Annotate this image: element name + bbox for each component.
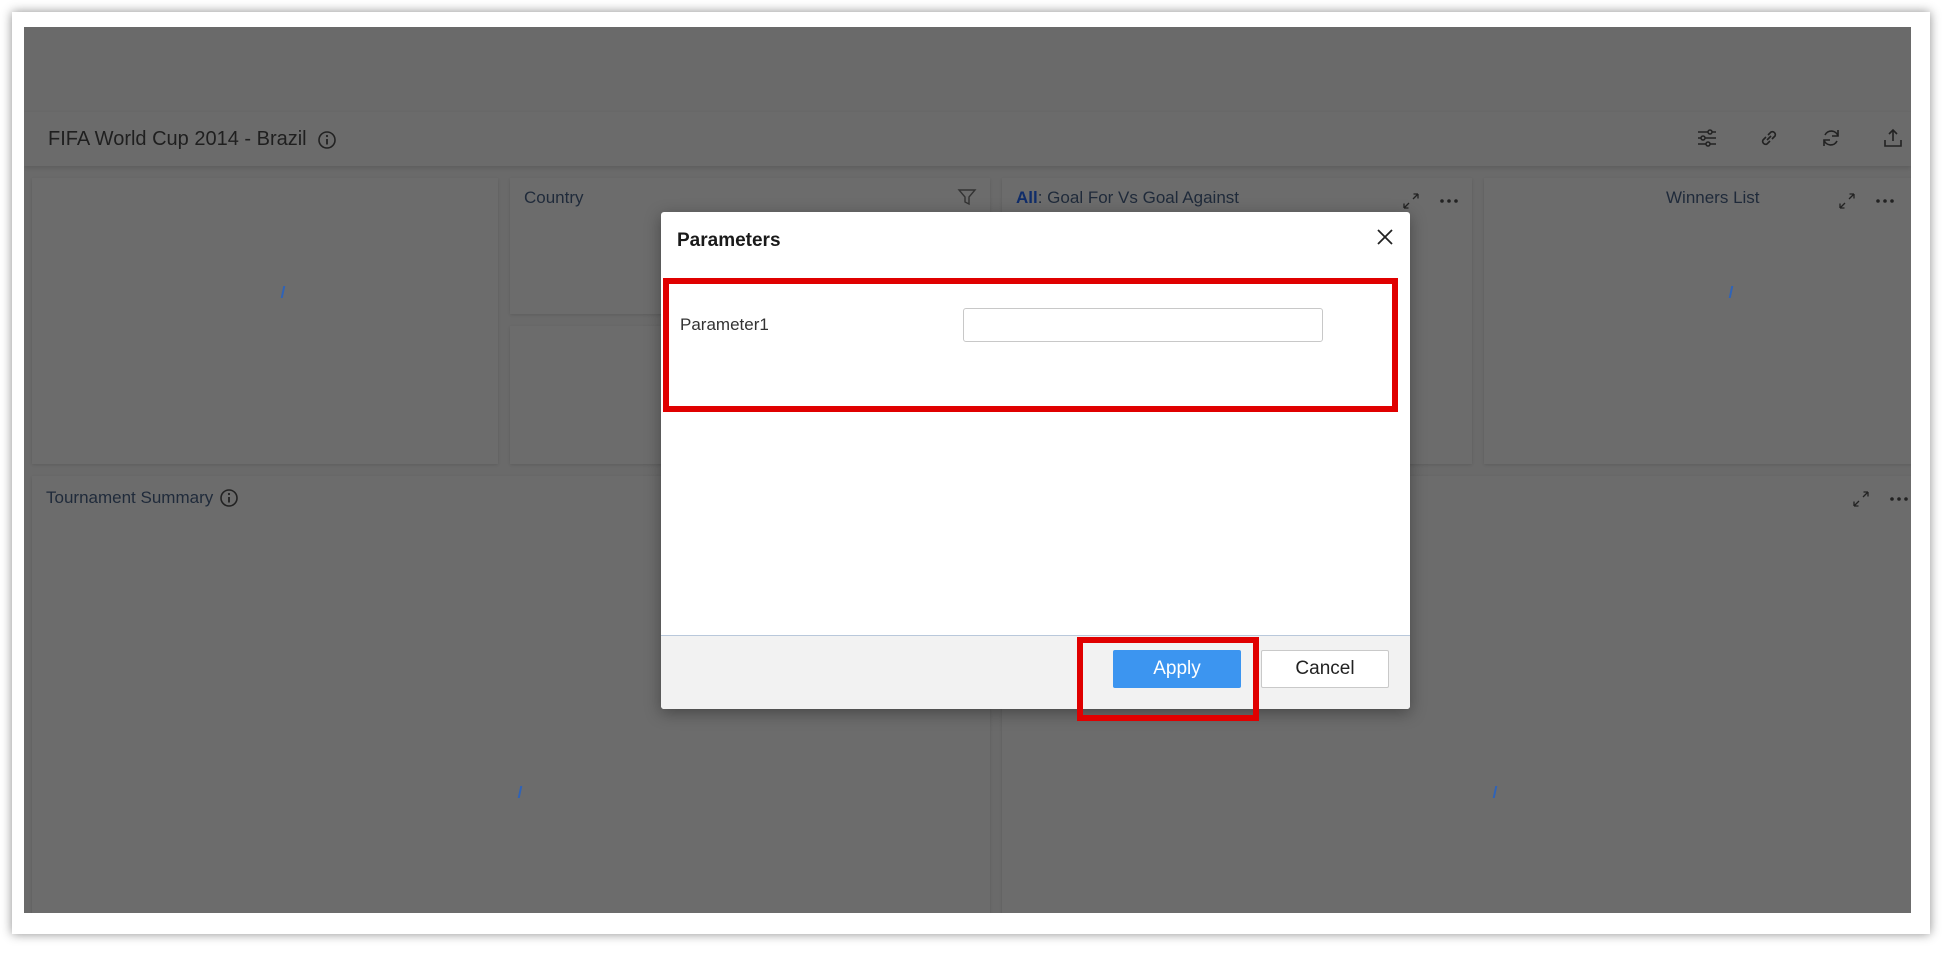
dashboard-header: FIFA World Cup 2014 - Brazil [24, 112, 1911, 166]
export-icon[interactable] [1881, 126, 1905, 150]
widget-title-country: Country [524, 188, 584, 207]
widget-title-tournament: Tournament Summary [46, 488, 239, 508]
info-icon[interactable] [317, 130, 337, 150]
goal-chart-title: : Goal For Vs Goal Against [1037, 188, 1239, 207]
cancel-button[interactable]: Cancel [1261, 650, 1389, 688]
close-icon[interactable] [1374, 226, 1396, 248]
filter-settings-icon[interactable] [1695, 126, 1719, 150]
dashboard-title-group: FIFA World Cup 2014 - Brazil [48, 128, 337, 151]
widget-title-winners: Winners List [1666, 188, 1760, 207]
goal-chart-actions [1400, 190, 1460, 212]
widget-winners-list: Winners List [1484, 178, 1911, 464]
more-options-icon[interactable] [1874, 190, 1896, 212]
widget-title-goal-chart: All: Goal For Vs Goal Against [1016, 188, 1239, 208]
info-icon[interactable] [219, 488, 239, 508]
loading-indicator [1728, 286, 1738, 298]
dialog-title: Parameters [677, 230, 781, 251]
dialog-footer: Apply Cancel [661, 635, 1410, 709]
parameter1-label: Parameter1 [680, 315, 769, 334]
loading-indicator [517, 786, 527, 798]
parameters-dialog: Parameters Parameter1 Apply Cancel [661, 212, 1410, 709]
filter-icon[interactable] [956, 186, 978, 208]
highlight-box-parameters [663, 278, 1398, 412]
widget-empty-left [32, 178, 498, 464]
lower-right-actions [1850, 488, 1910, 510]
parameter1-input[interactable] [963, 308, 1323, 342]
expand-icon[interactable] [1836, 190, 1858, 212]
more-options-icon[interactable] [1888, 488, 1910, 510]
loading-indicator [280, 286, 290, 298]
header-toolbar [1695, 126, 1911, 150]
refresh-icon[interactable] [1819, 126, 1843, 150]
goal-chart-filter-label: All [1016, 188, 1038, 207]
loading-indicator [1492, 786, 1502, 798]
link-icon[interactable] [1757, 126, 1781, 150]
winners-actions [1836, 190, 1896, 212]
dashboard-title: FIFA World Cup 2014 - Brazil [48, 128, 307, 150]
expand-icon[interactable] [1850, 488, 1872, 510]
expand-icon[interactable] [1400, 190, 1422, 212]
tournament-summary-title: Tournament Summary [46, 488, 214, 507]
more-options-icon[interactable] [1438, 190, 1460, 212]
highlight-box-apply [1077, 637, 1259, 721]
